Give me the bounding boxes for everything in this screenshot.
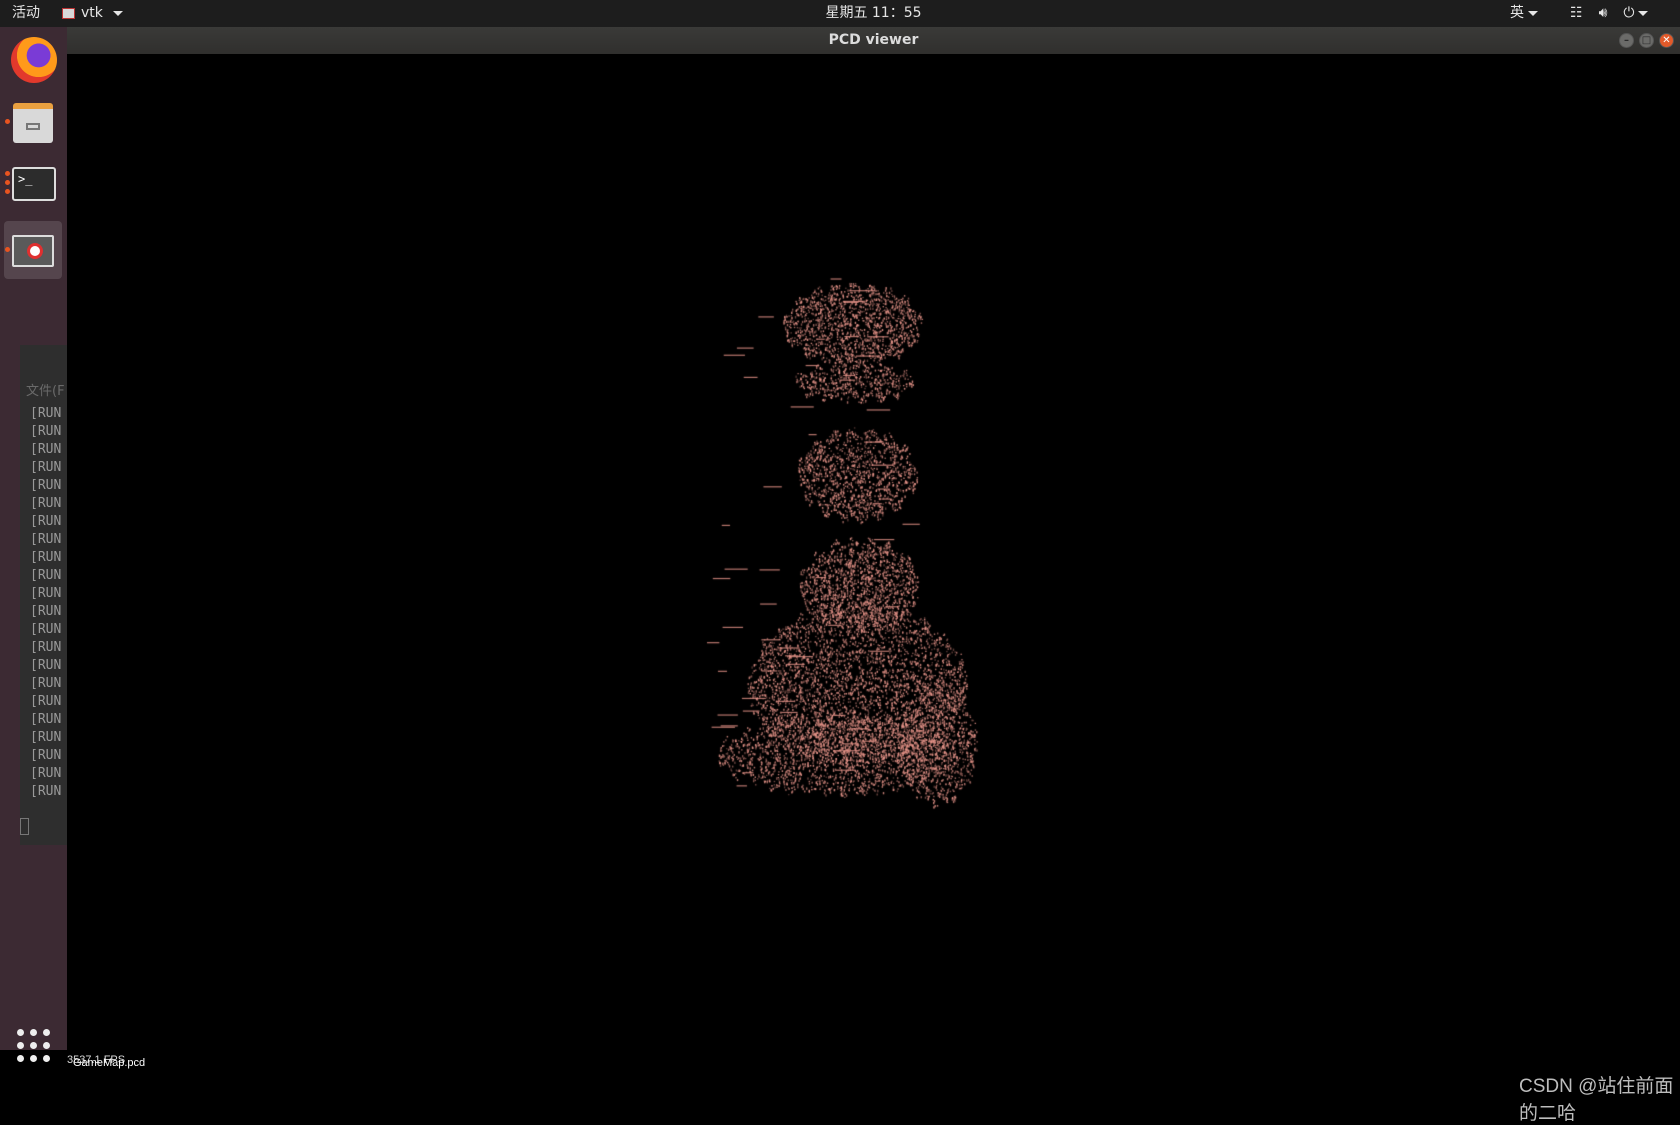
- running-indicator: [5, 247, 10, 252]
- terminal-line: [RUN: [30, 766, 62, 781]
- background-terminal-window[interactable]: 文件(F [RUN [RUN [RUN [RUN [RUN [RUN [RUN [RUN [RU…: [20, 345, 67, 845]
- running-indicator: [5, 119, 10, 124]
- chevron-down-icon: [1638, 10, 1649, 16]
- point-cloud-viewport[interactable]: 3537.1 FPS GameMap.pcd CSDN @站住前面的二哈: [67, 54, 1680, 1124]
- terminal-line: [RUN: [30, 658, 62, 673]
- running-indicator: [5, 180, 10, 185]
- running-indicator: [5, 171, 10, 176]
- terminal-cursor: [20, 818, 29, 835]
- terminal-line: [RUN: [30, 532, 62, 547]
- terminal-line: [RUN: [30, 730, 62, 745]
- cloud-filename: GameMap.pcd: [73, 1057, 146, 1069]
- clock[interactable]: 星期五 11：55: [0, 0, 1680, 27]
- grid-dot: [43, 1055, 50, 1062]
- terminal-line: [RUN: [30, 694, 62, 709]
- top-panel: 活动 vtk 星期五 11：55 英 ☷ 🔊︎ ⏻: [0, 0, 1680, 27]
- close-button[interactable]: ✕: [1659, 33, 1674, 48]
- files-icon-slot: [26, 123, 40, 130]
- terminal-line: [RUN: [30, 640, 62, 655]
- terminal-line: [RUN: [30, 712, 62, 727]
- point-cloud-render[interactable]: [67, 54, 1680, 1050]
- pcd-viewer-window: PCD viewer – □ ✕ 3537.1 FPS GameMap.pcd …: [67, 27, 1680, 1124]
- terminal-line: [RUN: [30, 442, 62, 457]
- window-title: PCD viewer: [828, 32, 919, 48]
- terminal-line: [RUN: [30, 586, 62, 601]
- terminal-line: [RUN: [30, 784, 62, 799]
- dock-files-button[interactable]: [4, 93, 62, 151]
- terminal-line: [RUN: [30, 568, 62, 583]
- power-icon: ⏻: [1623, 0, 1649, 27]
- network-icon: ☷: [1570, 5, 1583, 21]
- grid-dot: [30, 1055, 37, 1062]
- terminal-line: [RUN: [30, 424, 62, 439]
- maximize-button[interactable]: □: [1639, 33, 1654, 48]
- no-entry-icon: [27, 243, 43, 259]
- grid-dot: [17, 1042, 24, 1049]
- grid-dot: [30, 1042, 37, 1049]
- show-applications-button[interactable]: [17, 1029, 50, 1062]
- terminal-line: [RUN: [30, 496, 62, 511]
- minimize-button[interactable]: –: [1619, 33, 1634, 48]
- watermark: CSDN @站住前面的二哈: [1519, 1076, 1674, 1124]
- dock-firefox-button[interactable]: [4, 31, 62, 89]
- grid-dot: [17, 1029, 24, 1036]
- terminal-line: [RUN: [30, 622, 62, 637]
- terminal-line: [RUN: [30, 604, 62, 619]
- terminal-line: [RUN: [30, 460, 62, 475]
- grid-dot: [43, 1042, 50, 1049]
- chevron-down-icon: [1528, 11, 1538, 16]
- terminal-line: [RUN: [30, 406, 62, 421]
- window-titlebar[interactable]: PCD viewer – □ ✕: [67, 27, 1680, 54]
- terminal-output: [RUN [RUN [RUN [RUN [RUN [RUN [RUN [RUN [RUN [RUN…: [30, 405, 61, 801]
- grid-dot: [43, 1029, 50, 1036]
- terminal-icon: >_: [12, 167, 56, 201]
- terminal-line: [RUN: [30, 676, 62, 691]
- dock-vtk-viewer-button[interactable]: [4, 221, 62, 279]
- terminal-line: [RUN: [30, 748, 62, 763]
- grid-dot: [30, 1029, 37, 1036]
- input-method-menu[interactable]: 英: [1510, 0, 1538, 27]
- terminal-line: [RUN: [30, 478, 62, 493]
- vtk-viewer-icon: [12, 235, 54, 267]
- terminal-line: [RUN: [30, 514, 62, 529]
- dock-terminal-button[interactable]: >_: [4, 155, 62, 213]
- input-method-label: 英: [1510, 5, 1524, 21]
- system-tray[interactable]: ☷ 🔊︎ ⏻: [1570, 0, 1649, 27]
- running-indicator: [5, 189, 10, 194]
- grid-dot: [17, 1055, 24, 1062]
- terminal-line: [RUN: [30, 550, 62, 565]
- terminal-menu-file[interactable]: 文件(F: [26, 380, 65, 399]
- volume-icon: 🔊︎: [1598, 5, 1608, 21]
- firefox-icon: [11, 37, 57, 83]
